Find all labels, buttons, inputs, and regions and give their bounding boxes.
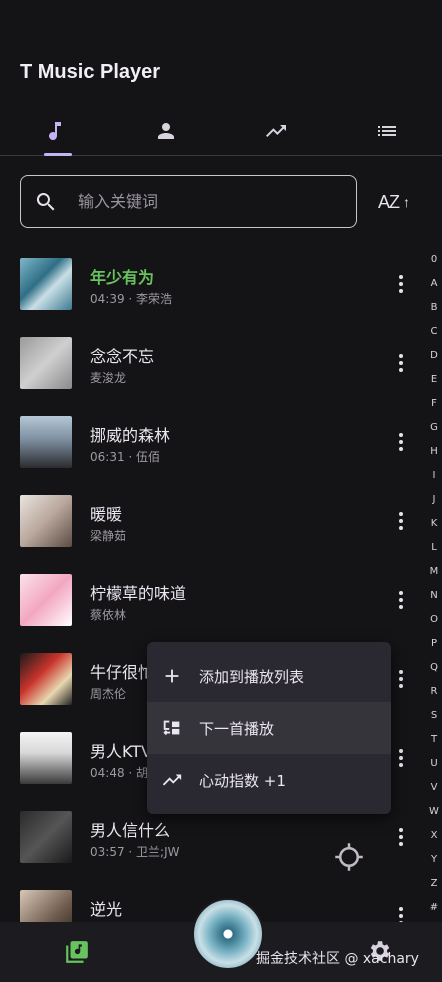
song-subtitle: 04:39 · 李荣浩 [90,292,173,306]
album-cover [20,495,72,547]
more-options-icon[interactable] [392,351,410,375]
more-options-icon[interactable] [392,430,410,454]
app-root: T Music Player AZ ↑ 年少有为 04:39 · 李荣浩 [0,0,442,982]
list-icon [377,125,396,136]
alpha-letter[interactable]: P [431,634,437,658]
song-row[interactable]: 柠檬草的味道 蔡依林 [0,560,420,639]
search-icon [36,192,55,210]
alpha-letter[interactable]: U [430,754,437,778]
alpha-letter[interactable]: A [431,274,438,298]
more-options-icon[interactable] [392,746,410,770]
menu-item-label: 添加到播放列表 [199,667,305,686]
sort-label: AZ [378,191,400,212]
song-row[interactable]: 暖暖 梁静茹 [0,481,420,560]
alpha-letter[interactable]: K [431,514,438,538]
song-subtitle: 蔡依林 [90,608,127,622]
alpha-letter[interactable]: Q [430,658,438,682]
alpha-letter[interactable]: # [430,898,438,922]
song-title: 牛仔很忙 [90,663,155,682]
song-row[interactable]: 挪威的森林 06:31 · 伍佰 [0,402,420,481]
alpha-letter[interactable]: W [429,802,439,826]
song-subtitle: 03:57 · 卫兰;JW [90,845,180,859]
song-row[interactable]: 念念不忘 麦浚龙 [0,323,420,402]
tab-playlists[interactable] [332,106,442,155]
music-library-icon[interactable] [64,939,90,965]
alpha-letter[interactable]: N [430,586,437,610]
plus-icon [165,669,179,683]
album-cover [20,732,72,784]
alpha-letter[interactable]: B [431,298,438,322]
album-cover [20,416,72,468]
album-cover [20,653,72,705]
album-cover [20,337,72,389]
menu-play-next[interactable]: 下一首播放 [147,702,391,754]
song-title: 挪威的森林 [90,426,171,445]
alpha-letter[interactable]: F [431,394,437,418]
alpha-letter[interactable]: V [431,778,438,802]
more-options-icon[interactable] [392,272,410,296]
alpha-letter[interactable]: Y [431,850,437,874]
alpha-letter[interactable]: H [430,442,438,466]
song-row[interactable]: 年少有为 04:39 · 李荣浩 [0,244,420,323]
more-options-icon[interactable] [392,588,410,612]
now-playing-disc[interactable] [192,898,264,970]
more-options-icon[interactable] [392,667,410,691]
song-title: 暖暖 [90,505,123,524]
song-title: 年少有为 [90,268,155,287]
song-subtitle: 06:31 · 伍佰 [90,450,161,464]
song-subtitle: 周杰伦 [90,687,127,701]
menu-item-label: 下一首播放 [199,719,275,738]
alpha-letter[interactable]: 0 [431,250,437,274]
alpha-letter[interactable]: Z [431,874,438,898]
context-menu: 添加到播放列表 下一首播放 心动指数 +1 [147,642,391,814]
alpha-letter[interactable]: J [433,490,436,514]
alpha-letter[interactable]: D [430,346,438,370]
menu-like-plus-one[interactable]: 心动指数 +1 [147,754,391,806]
alpha-letter[interactable]: X [431,826,438,850]
trending-up-icon [266,124,287,137]
tab-songs[interactable] [0,106,111,156]
alpha-letter[interactable]: L [431,538,437,562]
app-title: T Music Player [20,61,161,83]
menu-item-label: 心动指数 +1 [199,771,286,790]
song-subtitle: 麦浚龙 [90,371,127,385]
song-title: 柠檬草的味道 [90,584,187,603]
alpha-letter[interactable]: I [433,466,436,490]
queue-next-icon [163,720,180,736]
song-title: 男人信什么 [90,821,171,840]
tab-trending[interactable] [221,106,332,155]
sort-arrow-icon: ↑ [403,194,411,210]
alpha-letter[interactable]: T [431,730,437,754]
more-options-icon[interactable] [392,509,410,533]
alpha-letter[interactable]: O [430,610,438,634]
music-note-icon [49,121,62,140]
sort-button[interactable]: AZ ↑ [378,188,410,216]
menu-add-to-playlist[interactable]: 添加到播放列表 [147,650,391,702]
song-subtitle: 梁静茹 [90,529,127,543]
search-box [20,175,357,228]
locate-icon[interactable] [334,842,364,872]
trending-up-icon [162,774,182,786]
tab-bar [0,106,442,156]
album-cover [20,574,72,626]
alphabet-index[interactable]: 0 A B C D E F G H I J K L M N O P Q R S … [426,250,442,922]
song-title: 男人KTV [90,742,152,761]
alpha-letter[interactable]: M [430,562,439,586]
person-icon [157,122,174,139]
search-input[interactable] [78,192,318,211]
alpha-letter[interactable]: G [430,418,438,442]
tab-artists[interactable] [111,106,222,155]
album-cover [20,258,72,310]
alpha-letter[interactable]: C [431,322,438,346]
watermark-text: 掘金技术社区 @ xachary [256,951,419,967]
album-cover [20,811,72,863]
alpha-letter[interactable]: S [431,706,437,730]
alpha-letter[interactable]: E [431,370,437,394]
tab-indicator [44,153,72,156]
more-options-icon[interactable] [392,825,410,849]
song-title: 逆光 [90,900,123,919]
song-title: 念念不忘 [90,347,155,366]
alpha-letter[interactable]: R [431,682,438,706]
